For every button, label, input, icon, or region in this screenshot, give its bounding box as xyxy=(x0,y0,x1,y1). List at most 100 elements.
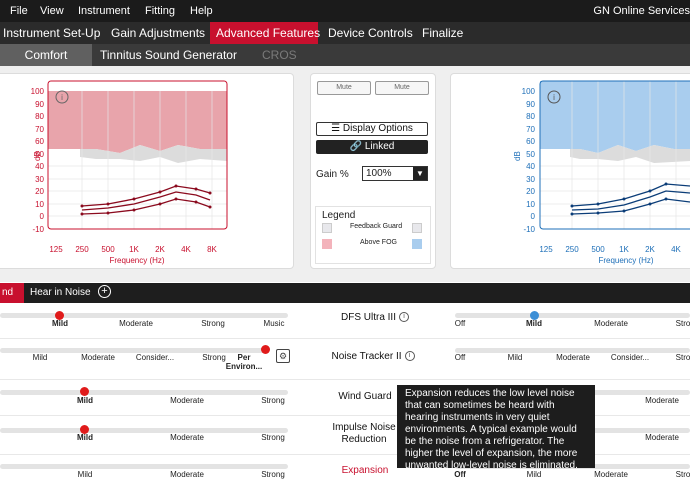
nt-info-icon[interactable]: i xyxy=(404,351,415,362)
legend-fog-label: Above FOG xyxy=(360,239,397,246)
sub-tabs: Comfort Tinnitus Sound Generator CROS xyxy=(0,44,690,66)
ex-left-tick: Moderate xyxy=(170,470,204,479)
dfs-label: DFS Ultra III i xyxy=(320,312,430,323)
tab-gain-adjustments[interactable]: Gain Adjustments xyxy=(105,22,211,44)
left-ear-graph[interactable]: dB 100 90 80 70 60 50 40 30 20 10 0 -10 … xyxy=(0,73,294,269)
nt-left-tick: Strong xyxy=(202,353,226,362)
display-options-label: Display Options xyxy=(342,123,413,134)
in-left-slider[interactable] xyxy=(0,428,288,433)
dfs-left-slider[interactable] xyxy=(0,313,288,318)
ex-left-slider[interactable] xyxy=(0,464,288,469)
right-db-label: dB xyxy=(513,151,522,161)
dfs-info-icon[interactable]: i xyxy=(399,312,409,323)
program-tab-active[interactable]: nd xyxy=(0,283,24,303)
right-xtick: 2K xyxy=(645,245,655,254)
in-left-tick: Mild xyxy=(77,433,93,442)
legend-swatch-right-feedback xyxy=(412,223,422,233)
left-ytick: 70 xyxy=(35,125,44,134)
chevron-down-icon[interactable]: ▼ xyxy=(413,167,427,180)
main-tabs: Instrument Set-Up Gain Adjustments Advan… xyxy=(0,22,690,44)
program-tab-hear-in-noise[interactable]: Hear in Noise xyxy=(30,287,91,298)
gain-percent-value: 100% xyxy=(366,168,392,179)
right-xtick: 1K xyxy=(619,245,629,254)
legend-swatch-left-fog xyxy=(322,239,332,249)
right-ytick: 80 xyxy=(526,112,535,121)
subtab-comfort[interactable]: Comfort xyxy=(0,44,92,66)
tab-device-controls[interactable]: Device Controls xyxy=(322,22,419,44)
right-ytick: 40 xyxy=(526,162,535,171)
legend-feedback-label: Feedback Guard xyxy=(350,223,403,230)
gain-percent-select[interactable]: 100% ▼ xyxy=(362,166,428,181)
right-ytick: 90 xyxy=(526,100,535,109)
left-xtick: 8K xyxy=(207,245,217,254)
wg-left-thumb[interactable] xyxy=(80,387,89,396)
ex-right-tick: Stro xyxy=(675,470,690,479)
gear-icon[interactable]: ⚙ xyxy=(276,349,290,363)
dfs-right-slider[interactable] xyxy=(455,313,690,318)
left-gain-curves xyxy=(81,185,211,215)
menu-instrument[interactable]: Instrument xyxy=(78,5,130,17)
left-ytick: 60 xyxy=(35,137,44,146)
menu-view[interactable]: View xyxy=(40,5,64,17)
menu-bar: File View Instrument Fitting Help GN Onl… xyxy=(0,0,690,22)
left-xtick: 500 xyxy=(101,245,115,254)
nt-left-tick: Per xyxy=(237,353,251,362)
tab-instrument-setup[interactable]: Instrument Set-Up xyxy=(0,22,106,44)
sliders-icon: ☰ xyxy=(331,123,341,134)
left-x-ticks: 125 250 500 1K 2K 4K 8K xyxy=(49,245,217,254)
left-xlabel: Frequency (Hz) xyxy=(109,256,164,265)
subtab-tinnitus[interactable]: Tinnitus Sound Generator xyxy=(100,44,237,66)
left-ytick: 40 xyxy=(35,162,44,171)
nt-left-tick: Consider... xyxy=(135,353,175,362)
left-xtick: 1K xyxy=(129,245,139,254)
nt-right-tick: Consider... xyxy=(610,353,650,362)
left-xtick: 4K xyxy=(181,245,191,254)
right-xtick: 125 xyxy=(539,245,553,254)
right-ytick: 60 xyxy=(526,137,535,146)
menu-help[interactable]: Help xyxy=(190,5,213,17)
left-ytick: 10 xyxy=(35,200,44,209)
left-curve-markers xyxy=(80,184,212,216)
mute-left-button[interactable]: Mute xyxy=(317,81,371,95)
right-xtick: 4K xyxy=(671,245,681,254)
right-ear-graph[interactable]: dB 100 90 80 70 60 50 40 30 20 10 0 -10 … xyxy=(450,73,690,269)
nt-right-tick: Mild xyxy=(507,353,523,362)
tab-finalize[interactable]: Finalize xyxy=(416,22,469,44)
wg-left-tick: Strong xyxy=(261,396,285,405)
legend-title: Legend xyxy=(322,210,356,221)
right-xlabel: Frequency (Hz) xyxy=(598,256,653,265)
mute-right-button[interactable]: Mute xyxy=(375,81,429,95)
brand-label[interactable]: GN Online Services xyxy=(593,5,690,17)
wg-left-tick: Mild xyxy=(77,396,93,405)
mute-left-label: Mute xyxy=(336,84,352,91)
linked-button[interactable]: 🔗 Linked xyxy=(316,140,428,154)
row-separator xyxy=(0,379,690,380)
right-ytick: 20 xyxy=(526,187,535,196)
left-ytick: 0 xyxy=(40,212,45,221)
wg-left-slider[interactable] xyxy=(0,390,288,395)
center-controls-card: Mute Mute ☰ Display Options 🔗 Linked Gai… xyxy=(310,73,436,269)
legend-box: Legend Feedback Guard Above FOG xyxy=(315,206,431,264)
display-options-button[interactable]: ☰ Display Options xyxy=(316,122,428,136)
subtab-cros: CROS xyxy=(262,48,297,62)
right-ytick: 30 xyxy=(526,175,535,184)
dfs-right-tick: Off xyxy=(454,319,466,328)
tab-advanced-features[interactable]: Advanced Features xyxy=(210,22,320,44)
menu-fitting[interactable]: Fitting xyxy=(145,5,175,17)
nt-left-tick: Moderate xyxy=(81,353,115,362)
left-xtick: 250 xyxy=(75,245,89,254)
menu-file[interactable]: File xyxy=(10,5,28,17)
dfs-left-tick: Strong xyxy=(201,319,225,328)
nt-left-thumb[interactable] xyxy=(261,345,270,354)
ex-label[interactable]: Expansion xyxy=(332,465,398,476)
right-above-fog-region xyxy=(540,81,690,153)
in-left-tick: Strong xyxy=(261,433,285,442)
add-program-icon[interactable]: + xyxy=(98,285,111,298)
in-left-tick: Moderate xyxy=(170,433,204,442)
linked-label: Linked xyxy=(364,141,395,152)
left-dB-axis: dB 100 90 80 70 60 50 40 30 20 10 0 -10 xyxy=(31,87,45,234)
dfs-left-tick: Mild xyxy=(52,319,68,328)
program-tabs: nd Hear in Noise + xyxy=(0,283,690,303)
right-ytick: 0 xyxy=(531,212,536,221)
wg-right-tick: Moderate xyxy=(645,396,679,405)
